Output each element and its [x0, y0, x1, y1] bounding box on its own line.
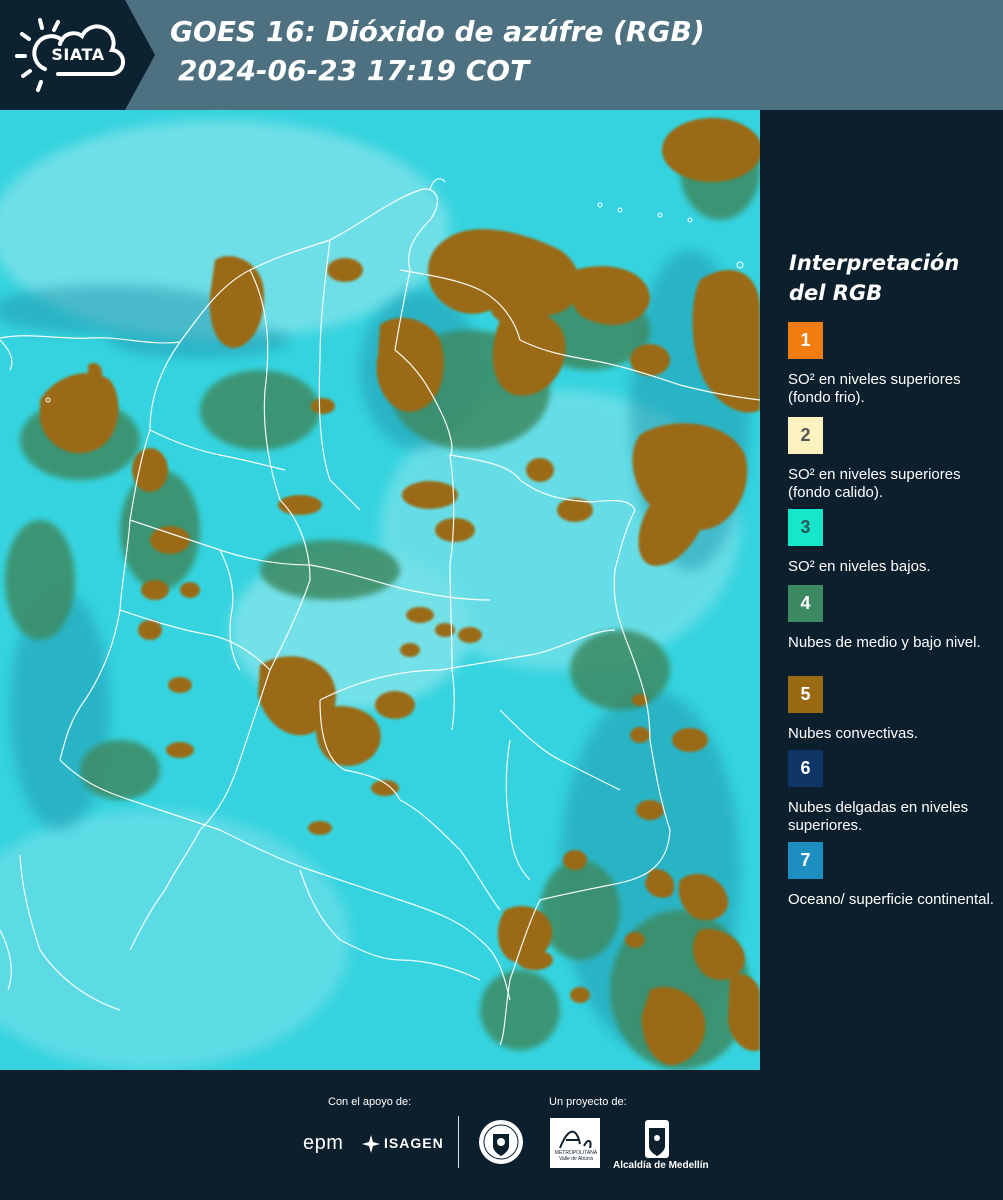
legend-item-6: 6 Nubes delgadas en niveles superiores.: [788, 750, 998, 835]
footer-divider: [458, 1116, 459, 1168]
footer-sponsors: Con el apoyo de: Un proyecto de: epm ISA…: [0, 1070, 1003, 1200]
legend-label-7: Oceano/ superficie continental.: [788, 891, 994, 908]
legend-title: Interpretación del RGB: [789, 251, 960, 305]
legend-item-2: 2 SO² en niveles superiores (fondo calid…: [788, 417, 998, 502]
siata-logo: SIATA: [0, 0, 155, 110]
legend-label-1: SO² en niveles superiores (fondo frio).: [788, 371, 961, 406]
header-bar: SIATA GOES 16: Dióxido de azúfre (RGB) 2…: [0, 0, 1003, 110]
legend-swatch-6: 6: [788, 750, 823, 787]
legend-label-5: Nubes convectivas.: [788, 725, 919, 742]
legend-item-1: 1 SO² en niveles superiores (fondo frio)…: [788, 322, 998, 407]
legend-label-6: Nubes delgadas en niveles superiores.: [788, 799, 969, 834]
legend-swatch-2: 2: [788, 417, 823, 454]
support-label: Con el apoyo de:: [328, 1096, 412, 1108]
isagen-logo: ISAGEN: [384, 1135, 444, 1151]
area-metropolitana-text: METROPOLITANA Valle de Aburrá: [554, 1150, 598, 1162]
rgb-composite-image: [0, 110, 760, 1070]
legend-swatch-7: 7: [788, 842, 823, 879]
image-datetime: 2024-06-23 17:19 COT: [178, 54, 530, 87]
legend-label-3: SO² en niveles bajos.: [788, 558, 931, 575]
legend-panel: Interpretación del RGB 1 SO² en niveles …: [760, 110, 1003, 1070]
legend-item-3: 3 SO² en niveles bajos.: [788, 509, 998, 576]
legend-label-2: SO² en niveles superiores (fondo calido)…: [788, 466, 961, 501]
isagen-star-icon: [362, 1135, 380, 1153]
legend-swatch-5: 5: [788, 676, 823, 713]
epm-logo: epm: [303, 1132, 344, 1154]
project-label: Un proyecto de:: [549, 1096, 627, 1108]
medellin-seal-icon: [479, 1120, 523, 1164]
legend-item-7: 7 Oceano/ superficie continental.: [788, 842, 998, 909]
satellite-map[interactable]: [0, 110, 760, 1070]
page-title: GOES 16: Dióxido de azúfre (RGB): [170, 15, 705, 48]
legend-swatch-4: 4: [788, 585, 823, 622]
legend-swatch-3: 3: [788, 509, 823, 546]
logo-text: SIATA: [51, 45, 105, 64]
alcaldia-logo-text: Alcaldía de Medellín: [613, 1160, 709, 1171]
legend-swatch-1: 1: [788, 322, 823, 359]
legend-label-4: Nubes de medio y bajo nivel.: [788, 634, 981, 651]
legend-item-4: 4 Nubes de medio y bajo nivel.: [788, 585, 998, 652]
legend-item-5: 5 Nubes convectivas.: [788, 676, 998, 743]
alcaldia-shield-icon: [645, 1120, 669, 1158]
